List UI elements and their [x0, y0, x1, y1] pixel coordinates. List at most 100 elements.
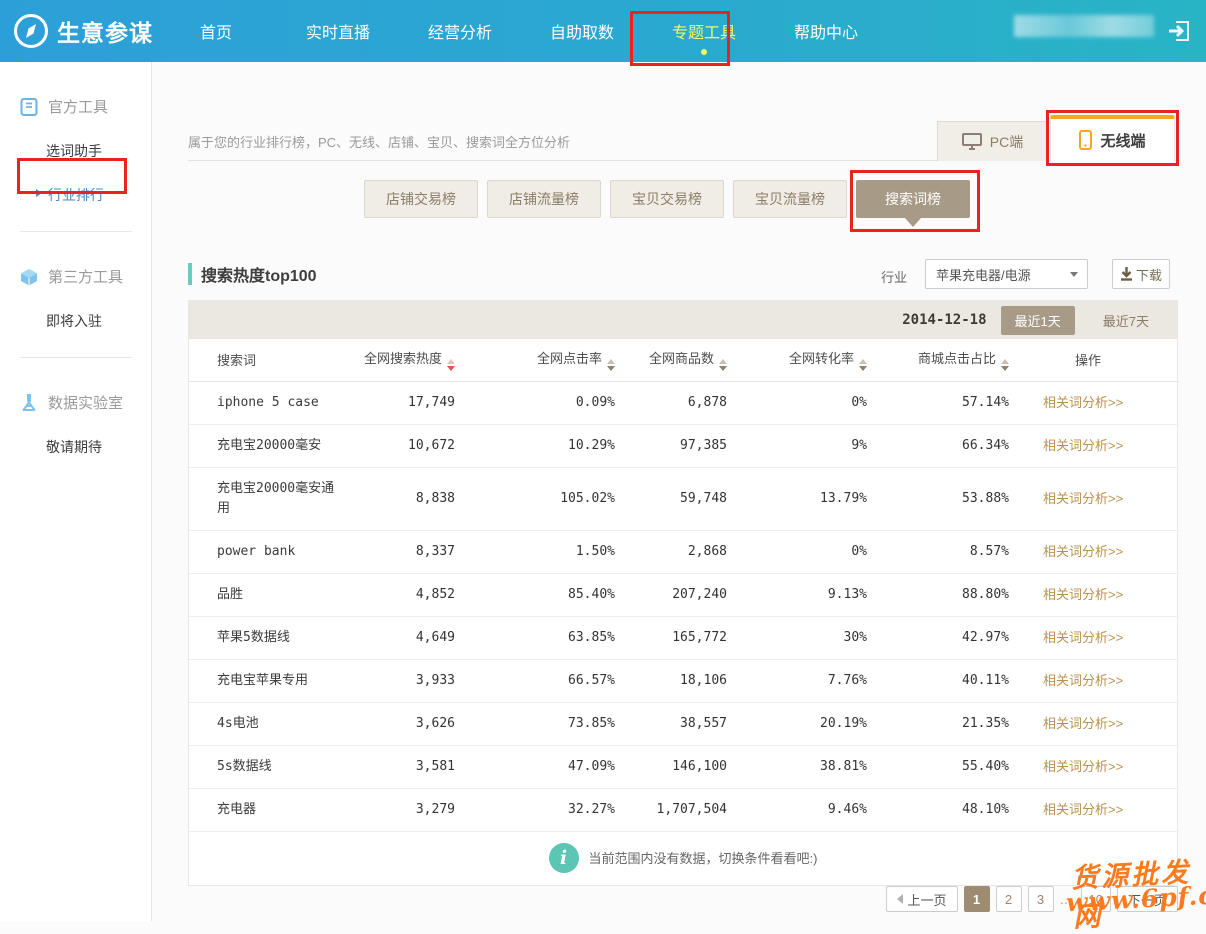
cell-search-heat: 8,838 [349, 467, 459, 530]
cell-ctr: 47.09% [459, 745, 619, 788]
nav-item-help-center[interactable]: 帮助中心 [793, 19, 859, 43]
related-words-link[interactable]: 相关词分析>> [1043, 544, 1123, 559]
sort-icons[interactable] [607, 359, 615, 371]
cell-mall-click-share: 57.14% [871, 381, 1013, 424]
tab-item-traffic-rank[interactable]: 宝贝流量榜 [733, 180, 847, 218]
app-logo[interactable]: 生意参谋 [0, 14, 153, 48]
cell-keyword: 充电宝20000毫安通用 [189, 467, 349, 530]
sidebar-section-third-party: 第三方工具 [19, 266, 151, 287]
cell-keyword: 4s电池 [189, 702, 349, 745]
related-words-link[interactable]: 相关词分析>> [1043, 438, 1123, 453]
cell-product-count: 146,100 [619, 745, 731, 788]
compass-logo-icon [14, 14, 48, 48]
cell-mall-click-share: 48.10% [871, 788, 1013, 831]
col-header-mall-click-share[interactable]: 商城点击占比 [871, 339, 1013, 381]
related-words-link[interactable]: 相关词分析>> [1043, 395, 1123, 410]
sort-icons[interactable] [1001, 359, 1009, 371]
tab-item-deal-rank[interactable]: 宝贝交易榜 [610, 180, 724, 218]
monitor-icon [962, 133, 982, 150]
page-button-1[interactable]: 1 [964, 886, 990, 912]
related-words-link[interactable]: 相关词分析>> [1043, 491, 1123, 506]
col-header-ctr[interactable]: 全网点击率 [459, 339, 619, 381]
sort-icons[interactable] [859, 359, 867, 371]
cell-keyword: 充电宝20000毫安 [189, 424, 349, 467]
date-range-bar: 2014-12-18 最近1天 最近7天 [189, 301, 1177, 339]
tab-shop-traffic-rank[interactable]: 店铺流量榜 [487, 180, 601, 218]
cell-product-count: 59,748 [619, 467, 731, 530]
cell-search-heat: 10,672 [349, 424, 459, 467]
sidebar-item-coming-soon: 即将入驻 [46, 311, 151, 331]
cell-keyword: power bank [189, 530, 349, 573]
empty-message: 当前范围内没有数据，切换条件看看吧:) [589, 848, 818, 867]
cell-keyword: 充电宝苹果专用 [189, 659, 349, 702]
page-button-last[interactable]: 10 [1081, 886, 1111, 912]
sidebar-item-industry-rank[interactable]: 行业排行 [48, 185, 151, 205]
cell-product-count: 18,106 [619, 659, 731, 702]
tab-search-words-rank[interactable]: 搜索词榜 [856, 180, 970, 218]
nav-item-analysis[interactable]: 经营分析 [427, 19, 493, 43]
sidebar-divider [20, 357, 132, 358]
page-description: 属于您的行业排行榜，PC、无线、店铺、宝贝、搜索词全方位分析 [188, 132, 570, 151]
info-icon: i [549, 843, 579, 873]
download-label: 下载 [1136, 265, 1162, 284]
related-words-link[interactable]: 相关词分析>> [1043, 716, 1123, 731]
top-nav-bar: 生意参谋 首页 实时直播 经营分析 自助取数 专题工具 帮助中心 [0, 0, 1206, 62]
chevron-down-icon [1070, 272, 1078, 277]
sort-icons[interactable] [447, 359, 455, 371]
nav-item-special-tools[interactable]: 专题工具 [671, 19, 737, 43]
active-nav-dot [701, 49, 707, 55]
sidebar-item-word-assistant[interactable]: 选词助手 [46, 141, 151, 161]
table-row: 4s电池 3,626 73.85% 38,557 20.19% 21.35% 相… [189, 702, 1179, 745]
nav-item-realtime[interactable]: 实时直播 [305, 19, 371, 43]
cell-product-count: 97,385 [619, 424, 731, 467]
range-1day-button[interactable]: 最近1天 [1001, 306, 1075, 335]
range-7day-button[interactable]: 最近7天 [1089, 306, 1163, 335]
cell-search-heat: 3,581 [349, 745, 459, 788]
cell-ctr: 10.29% [459, 424, 619, 467]
tab-wireless[interactable]: 无线端 [1050, 115, 1175, 162]
cell-ctr: 1.50% [459, 530, 619, 573]
related-words-link[interactable]: 相关词分析>> [1043, 673, 1123, 688]
table-row: 5s数据线 3,581 47.09% 146,100 38.81% 55.40%… [189, 745, 1179, 788]
cell-ctr: 0.09% [459, 381, 619, 424]
table-row: 品胜 4,852 85.40% 207,240 9.13% 88.80% 相关词… [189, 573, 1179, 616]
related-words-link[interactable]: 相关词分析>> [1043, 802, 1123, 817]
tab-shop-deal-rank[interactable]: 店铺交易榜 [364, 180, 478, 218]
tab-pc[interactable]: PC端 [937, 121, 1048, 161]
industry-select-value: 苹果充电器/电源 [926, 265, 1070, 284]
prev-page-button[interactable]: 上一页 [886, 886, 958, 912]
cell-mall-click-share: 21.35% [871, 702, 1013, 745]
industry-select[interactable]: 苹果充电器/电源 [925, 259, 1088, 289]
next-page-button[interactable]: 下一页 [1117, 886, 1178, 912]
table-row: power bank 8,337 1.50% 2,868 0% 8.57% 相关… [189, 530, 1179, 573]
related-words-link[interactable]: 相关词分析>> [1043, 759, 1123, 774]
cell-ctr: 85.40% [459, 573, 619, 616]
related-words-link[interactable]: 相关词分析>> [1043, 587, 1123, 602]
cell-search-heat: 4,649 [349, 616, 459, 659]
col-header-product-count[interactable]: 全网商品数 [619, 339, 731, 381]
page-button-2[interactable]: 2 [996, 886, 1022, 912]
cell-keyword: 充电器 [189, 788, 349, 831]
cell-mall-click-share: 66.34% [871, 424, 1013, 467]
col-header-conversion[interactable]: 全网转化率 [731, 339, 871, 381]
cell-search-heat: 8,337 [349, 530, 459, 573]
date-label: 2014-12-18 [902, 312, 986, 328]
nav-item-home[interactable]: 首页 [183, 19, 249, 43]
sidebar-divider [20, 231, 132, 232]
cell-ctr: 73.85% [459, 702, 619, 745]
cell-mall-click-share: 53.88% [871, 467, 1013, 530]
cube-icon [19, 267, 39, 287]
table-row: 充电宝20000毫安 10,672 10.29% 97,385 9% 66.34… [189, 424, 1179, 467]
mobile-icon [1079, 130, 1092, 150]
download-button[interactable]: 下载 [1112, 259, 1170, 289]
pagination-ellipsis: … [1060, 892, 1075, 907]
table-row: iphone 5 case 17,749 0.09% 6,878 0% 57.1… [189, 381, 1179, 424]
page-button-3[interactable]: 3 [1028, 886, 1054, 912]
logout-icon[interactable] [1166, 18, 1192, 44]
related-words-link[interactable]: 相关词分析>> [1043, 630, 1123, 645]
user-name-redacted [1014, 15, 1154, 37]
nav-item-self-data[interactable]: 自助取数 [549, 19, 615, 43]
col-header-search-heat[interactable]: 全网搜索热度 [349, 339, 459, 381]
title-accent-bar [188, 263, 192, 285]
sort-icons[interactable] [719, 359, 727, 371]
